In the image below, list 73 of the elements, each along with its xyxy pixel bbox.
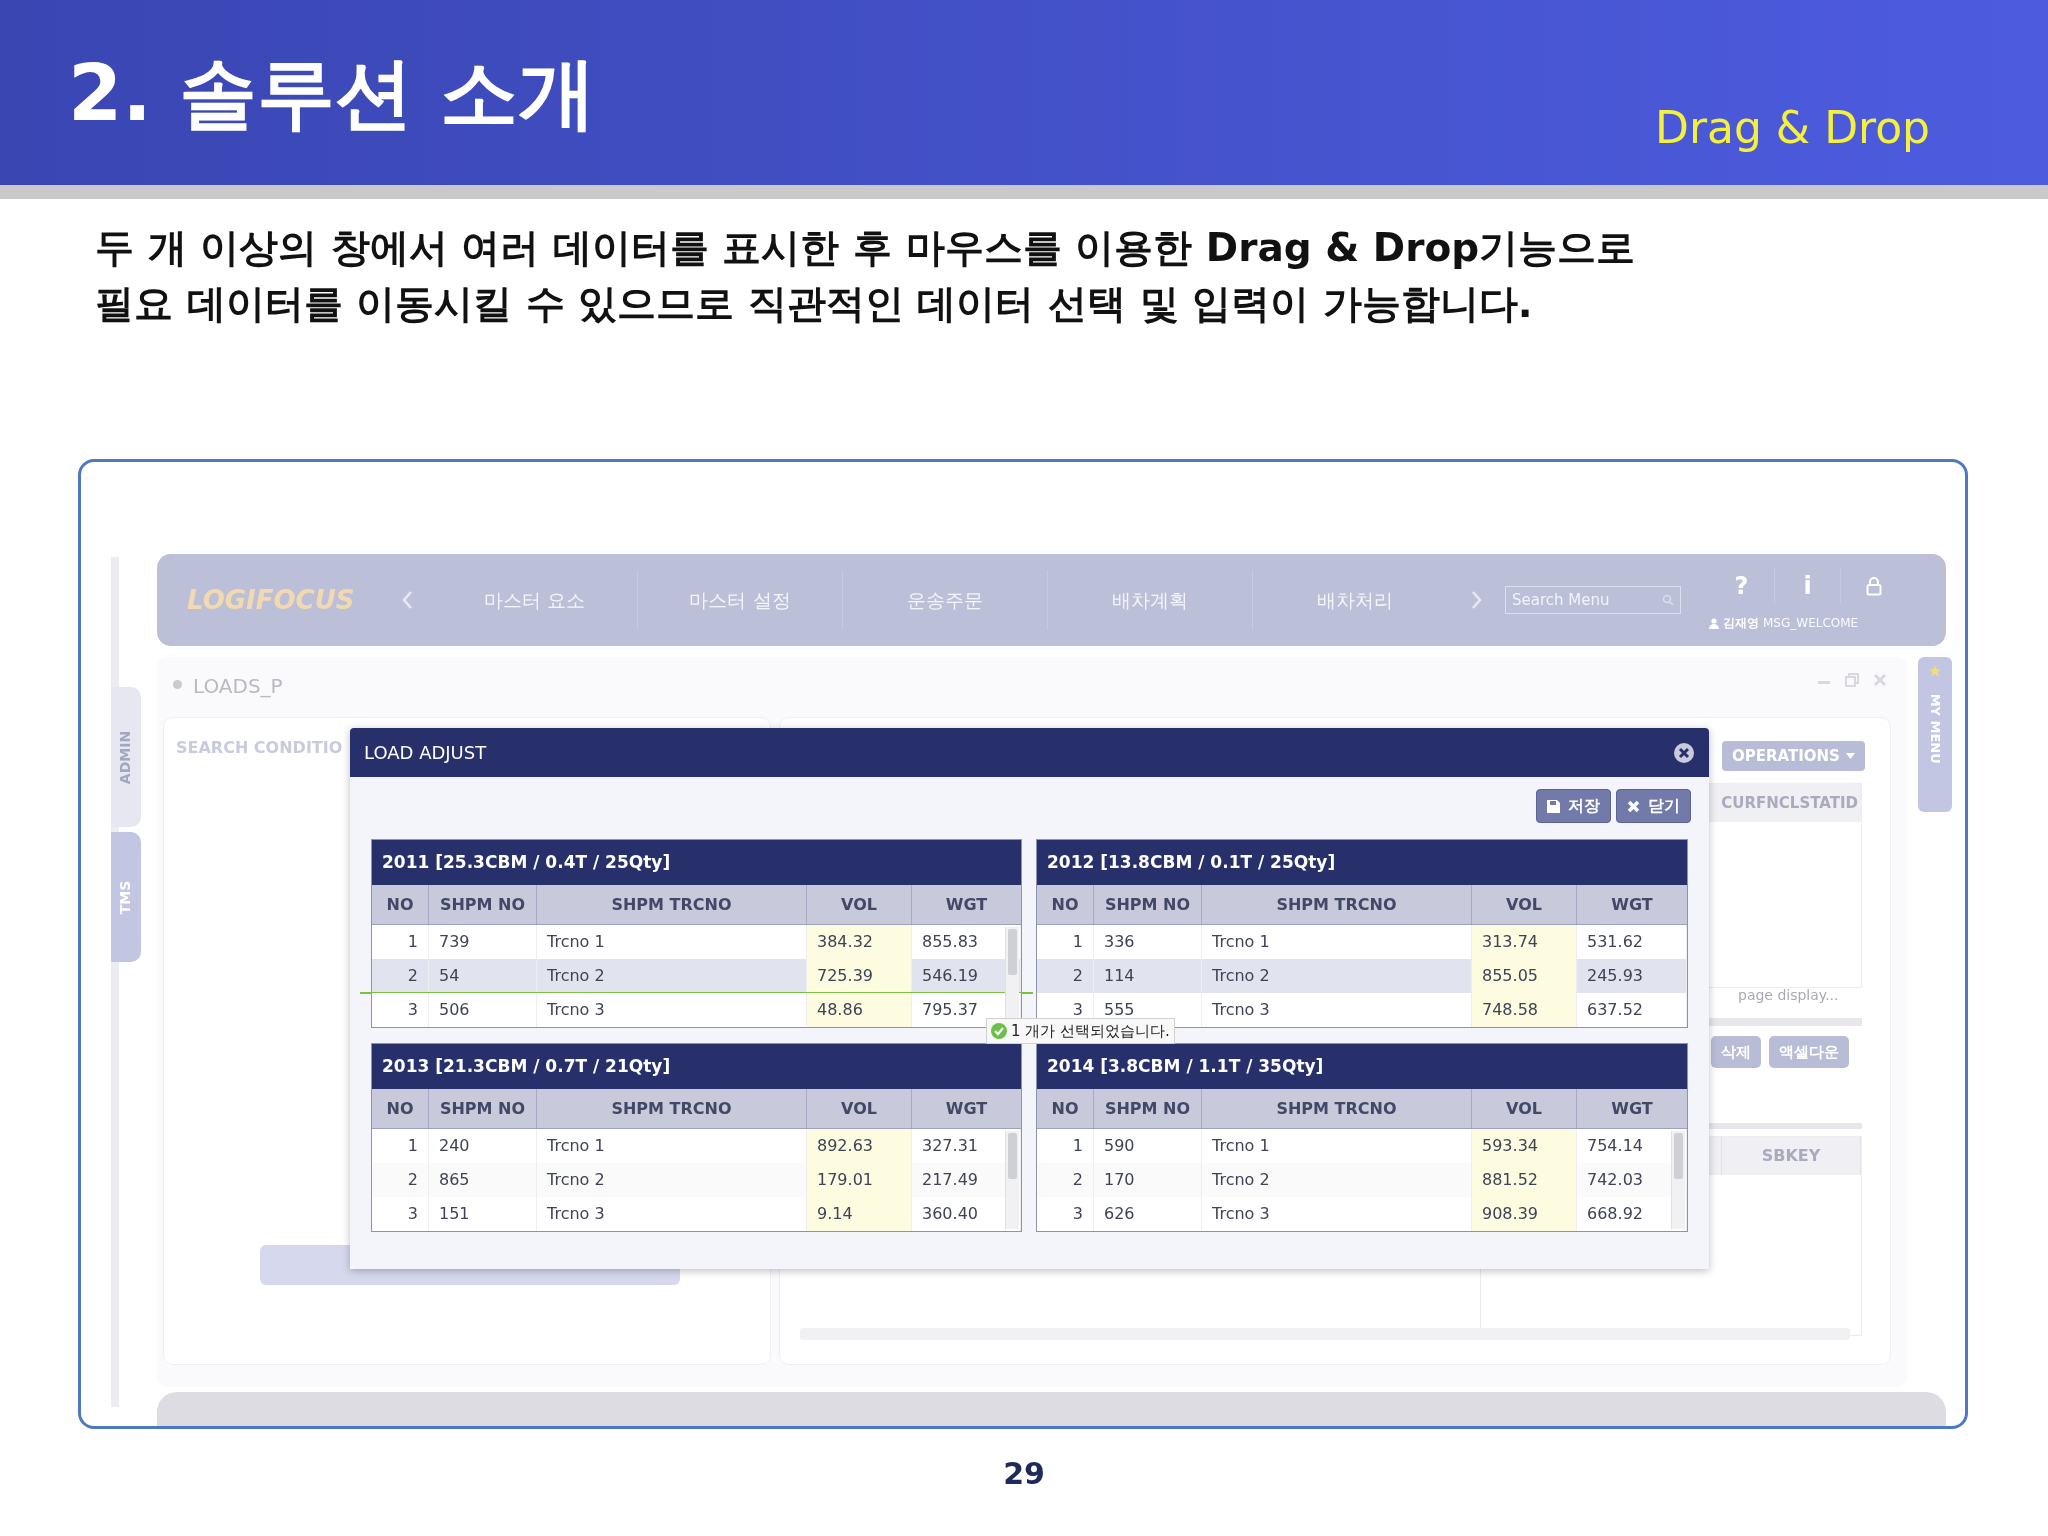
column-header[interactable]: SHPM NO: [1094, 1089, 1202, 1128]
table-cell: 855.05: [1472, 959, 1577, 993]
table-cell: 725.39: [807, 959, 912, 993]
column-header[interactable]: SHPM NO: [1094, 885, 1202, 924]
table-cell: 3: [372, 993, 429, 1027]
column-header[interactable]: SHPM TRCNO: [1202, 885, 1472, 924]
table-cell: 637.52: [1577, 993, 1687, 1027]
chevron-left-icon[interactable]: [401, 590, 413, 610]
lock-icon[interactable]: [1866, 576, 1882, 596]
column-header[interactable]: SHPM NO: [429, 885, 537, 924]
table-cell: 892.63: [807, 1129, 912, 1163]
table-cell: 179.01: [807, 1163, 912, 1197]
vertical-scrollbar[interactable]: [1005, 1131, 1019, 1229]
table-cell: 593.34: [1472, 1129, 1577, 1163]
page-number: 29: [1003, 1455, 1045, 1493]
vertical-scrollbar[interactable]: [1671, 1131, 1685, 1229]
table-cell: 384.32: [807, 925, 912, 959]
column-header[interactable]: VOL: [1472, 1089, 1577, 1128]
dialog-button[interactable]: 저장: [1536, 789, 1611, 823]
grid-title: 2013 [21.3CBM / 0.7T / 21Qty]: [372, 1044, 1021, 1089]
grid-title: 2011 [25.3CBM / 0.4T / 25Qty]: [372, 840, 1021, 885]
column-header[interactable]: VOL: [807, 885, 912, 924]
table-cell: 3: [1037, 1197, 1094, 1231]
table-cell: 151: [429, 1197, 537, 1231]
window-title: LOADS_P: [193, 673, 283, 700]
table-cell: 908.39: [1472, 1197, 1577, 1231]
table-cell: 626: [1094, 1197, 1202, 1231]
column-header[interactable]: WGT: [912, 885, 1021, 924]
table-cell: 748.58: [1472, 993, 1577, 1027]
column-header[interactable]: NO: [1037, 1089, 1094, 1128]
table-cell: 506: [429, 993, 537, 1027]
column-header[interactable]: NO: [372, 885, 429, 924]
slide-subtitle: Drag & Drop: [1655, 101, 1930, 155]
column-header[interactable]: SHPM TRCNO: [537, 1089, 807, 1128]
description-text: 필요 데이터를 이동시킬 수 있으므로 직관적인 데이터 선택 및 입력이 가능합니다.: [95, 280, 1534, 328]
description-text: 두 개 이상의 창에서 여러 데이터를 표시한 후 마우스를 이용한 Drag & Drop기능으로: [95, 224, 1637, 272]
column-header[interactable]: VOL: [807, 1089, 912, 1128]
table-row[interactable]: 2 170 Trcno 2 881.52 742.03: [1037, 1163, 1687, 1197]
column-header[interactable]: WGT: [1577, 885, 1687, 924]
column-header[interactable]: SHPM TRCNO: [537, 885, 807, 924]
grid-title: 2014 [3.8CBM / 1.1T / 35Qty]: [1037, 1044, 1687, 1089]
caret-icon: [1845, 753, 1855, 759]
table-row[interactable]: 2 865 Trcno 2 179.01 217.49: [372, 1163, 1021, 1197]
table-cell: 48.86: [807, 993, 912, 1027]
table-cell: 881.52: [1472, 1163, 1577, 1197]
column-header[interactable]: SHPM NO: [429, 1089, 537, 1128]
bullet-icon: [173, 680, 182, 689]
column-header[interactable]: NO: [1037, 885, 1094, 924]
grid-title: 2012 [13.8CBM / 0.1T / 25Qty]: [1037, 840, 1687, 885]
page-display-text: page display...: [1738, 986, 1839, 1005]
close-icon[interactable]: [1673, 741, 1695, 764]
star-icon: [1929, 665, 1941, 677]
check-icon: [991, 1023, 1007, 1039]
slide-title: 2. 솔루션 소개: [68, 53, 597, 132]
table-cell: 9.14: [807, 1197, 912, 1231]
search-icon: [1662, 594, 1674, 606]
column-header[interactable]: SHPM TRCNO: [1202, 1089, 1472, 1128]
column-header[interactable]: WGT: [1577, 1089, 1687, 1128]
user-icon: [1709, 617, 1719, 629]
table-cell: 313.74: [1472, 925, 1577, 959]
welcome-text: MSG_WELCOME: [1763, 615, 1859, 632]
column-header[interactable]: VOL: [1472, 885, 1577, 924]
column-header[interactable]: NO: [372, 1089, 429, 1128]
table-cell: 3: [372, 1197, 429, 1231]
chevron-right-icon[interactable]: [1471, 590, 1483, 610]
dialog-button[interactable]: 닫기: [1616, 789, 1691, 823]
user-name: 김재영: [1723, 615, 1759, 632]
close-icon: [1627, 799, 1640, 813]
dialog-title: LOAD ADJUST: [364, 741, 487, 765]
column-header[interactable]: WGT: [912, 1089, 1021, 1128]
column-header: SBKEY: [1721, 1137, 1861, 1175]
restore-icon[interactable]: [1845, 673, 1859, 687]
table-row[interactable]: 2 114 Trcno 2 855.05 245.93: [1037, 959, 1687, 993]
